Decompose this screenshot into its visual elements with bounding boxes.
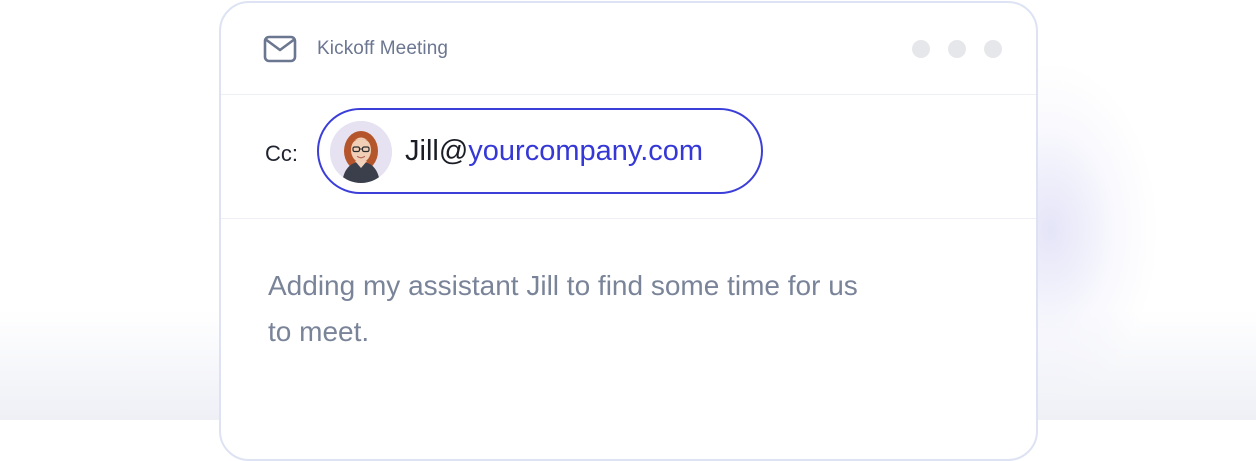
cc-label: Cc: — [265, 141, 298, 166]
cc-row: Cc: Jill@yourcompany.com — [221, 95, 1036, 219]
window-dot-icon[interactable] — [912, 40, 930, 58]
cc-recipient-user: Jill@ — [405, 135, 469, 167]
cc-recipient-chip[interactable]: Jill@yourcompany.com — [317, 108, 763, 194]
mail-icon — [263, 35, 297, 63]
email-body[interactable]: Adding my assistant Jill to find some ti… — [268, 263, 868, 355]
email-compose-window: Kickoff Meeting Cc: Jill@yourcompany.com… — [219, 1, 1038, 461]
window-titlebar: Kickoff Meeting — [221, 3, 1036, 95]
window-controls — [912, 40, 1002, 58]
email-subject: Kickoff Meeting — [317, 38, 449, 59]
avatar — [330, 121, 392, 183]
window-dot-icon[interactable] — [948, 40, 966, 58]
window-dot-icon[interactable] — [984, 40, 1002, 58]
cc-recipient-email: Jill@yourcompany.com — [405, 134, 703, 168]
cc-recipient-domain: yourcompany.com — [468, 135, 704, 167]
